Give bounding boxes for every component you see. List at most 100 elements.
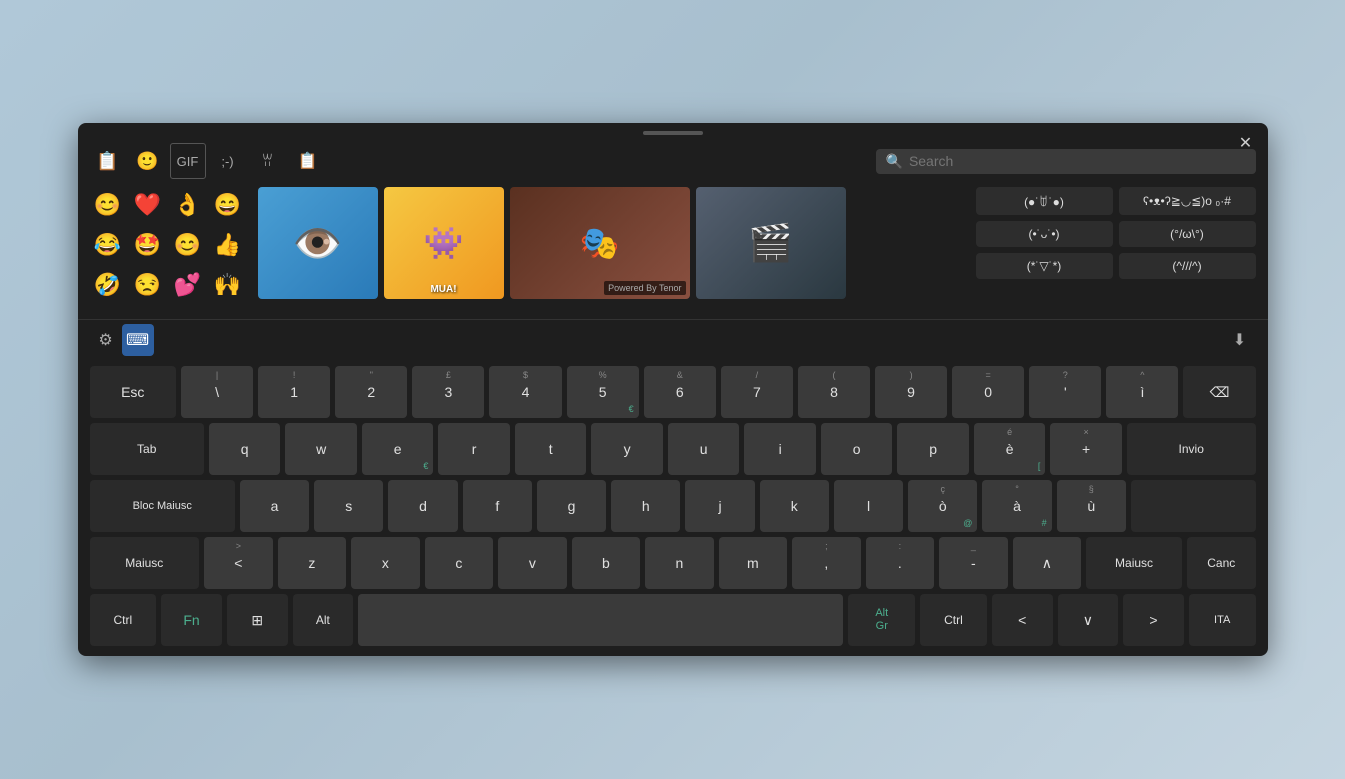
key-0[interactable]: =0	[952, 366, 1024, 418]
gif-item-3[interactable]: 🎭 Powered By Tenor	[510, 187, 690, 299]
key-f[interactable]: f	[463, 480, 532, 532]
key-u[interactable]: u	[668, 423, 740, 475]
key-w[interactable]: w	[285, 423, 357, 475]
key-3[interactable]: £3	[412, 366, 484, 418]
key-b[interactable]: b	[572, 537, 641, 589]
emoji-item[interactable]: 🤩	[130, 227, 166, 263]
key-n[interactable]: n	[645, 537, 714, 589]
key-a[interactable]: a	[240, 480, 309, 532]
search-input[interactable]	[909, 153, 1246, 169]
kaomoji-6[interactable]: (^///^)	[1119, 253, 1256, 279]
key-x[interactable]: x	[351, 537, 420, 589]
key-7[interactable]: /7	[721, 366, 793, 418]
emoji-item[interactable]: 😊	[90, 187, 126, 223]
key-i[interactable]: i	[744, 423, 816, 475]
key-k[interactable]: k	[760, 480, 829, 532]
key-h[interactable]: h	[611, 480, 680, 532]
key-e[interactable]: e€	[362, 423, 434, 475]
key-o[interactable]: o	[821, 423, 893, 475]
key-shift-l[interactable]: Maiusc	[90, 537, 200, 589]
key-8[interactable]: (8	[798, 366, 870, 418]
key-agrave[interactable]: °à#	[982, 480, 1051, 532]
key-y[interactable]: y	[591, 423, 663, 475]
key-comma[interactable]: ;,	[792, 537, 861, 589]
key-s[interactable]: s	[314, 480, 383, 532]
key-c[interactable]: c	[425, 537, 494, 589]
key-m[interactable]: m	[719, 537, 788, 589]
key-2[interactable]: "2	[335, 366, 407, 418]
kaomoji-2[interactable]: ʕ•ᴥ•ʔ≧◡≦)o ₀·#	[1119, 187, 1256, 215]
key-backslash[interactable]: |\	[181, 366, 253, 418]
key-shift-r[interactable]: Maiusc	[1086, 537, 1182, 589]
key-caret[interactable]: ∧	[1013, 537, 1082, 589]
key-1[interactable]: !1	[258, 366, 330, 418]
key-9[interactable]: )9	[875, 366, 947, 418]
key-caps[interactable]: Bloc Maiusc	[90, 480, 235, 532]
key-canc[interactable]: Canc	[1187, 537, 1256, 589]
emoji-item[interactable]: 🤣	[90, 267, 126, 303]
key-p[interactable]: p	[897, 423, 969, 475]
emoji-item[interactable]: 👍	[210, 227, 246, 263]
drag-handle[interactable]	[643, 131, 703, 135]
key-j[interactable]: j	[685, 480, 754, 532]
key-plus[interactable]: ×+	[1050, 423, 1122, 475]
key-space[interactable]	[358, 594, 843, 646]
emoji-item[interactable]: 😂	[90, 227, 126, 263]
key-enter-2[interactable]	[1131, 480, 1256, 532]
key-backspace[interactable]: ⌫	[1183, 366, 1255, 418]
emoji-item[interactable]: 👌	[170, 187, 206, 223]
key-esc[interactable]: Esc	[90, 366, 177, 418]
close-button[interactable]: ✕	[1234, 131, 1258, 155]
gif-item-4[interactable]: 🎬	[696, 187, 846, 299]
kaomoji-3[interactable]: (•˙ᴗ˙•)	[976, 221, 1113, 247]
key-t[interactable]: t	[515, 423, 587, 475]
tab-gif[interactable]: GIF	[170, 143, 206, 179]
tab-paste[interactable]: 📋	[290, 143, 326, 179]
emoji-item[interactable]: 😒	[130, 267, 166, 303]
key-ctrl-l[interactable]: Ctrl	[90, 594, 157, 646]
key-egrave[interactable]: éè[	[974, 423, 1046, 475]
emoji-item[interactable]: 😄	[210, 187, 246, 223]
key-5[interactable]: %5€	[567, 366, 639, 418]
key-apos[interactable]: ?'	[1029, 366, 1101, 418]
emoji-item[interactable]: 🙌	[210, 267, 246, 303]
gif-item-2[interactable]: 👾 MUA!	[384, 187, 504, 299]
emoji-item[interactable]: 😊	[170, 227, 206, 263]
key-alt-gr[interactable]: AltGr	[848, 594, 915, 646]
key-z[interactable]: z	[278, 537, 347, 589]
key-ltgt[interactable]: ><	[204, 537, 273, 589]
key-right[interactable]: >	[1123, 594, 1184, 646]
tab-kaomoji[interactable]: ;-)	[210, 143, 246, 179]
key-l[interactable]: l	[834, 480, 903, 532]
kaomoji-5[interactable]: (*˙▽˙*)	[976, 253, 1113, 279]
tab-emoji[interactable]: 🙂	[130, 143, 166, 179]
key-alt[interactable]: Alt	[293, 594, 354, 646]
key-v[interactable]: v	[498, 537, 567, 589]
key-ctrl-r[interactable]: Ctrl	[920, 594, 987, 646]
keyboard-icon[interactable]: ⌨	[122, 324, 154, 356]
key-enter[interactable]: Invio	[1127, 423, 1256, 475]
key-r[interactable]: r	[438, 423, 510, 475]
key-4[interactable]: $4	[489, 366, 561, 418]
gif-item-1[interactable]: 👁️	[258, 187, 378, 299]
download-icon[interactable]: ⬇	[1224, 324, 1256, 356]
key-period[interactable]: :.	[866, 537, 935, 589]
key-down[interactable]: ∨	[1058, 594, 1119, 646]
key-tab[interactable]: Tab	[90, 423, 204, 475]
key-g[interactable]: g	[537, 480, 606, 532]
key-lang[interactable]: ITA	[1189, 594, 1256, 646]
tab-symbols[interactable]: ꀕ	[250, 143, 286, 179]
key-d[interactable]: d	[388, 480, 457, 532]
settings-icon[interactable]: ⚙	[90, 324, 122, 356]
key-win[interactable]: ⊞	[227, 594, 288, 646]
kaomoji-1[interactable]: (●˙ꌂ˙●)	[976, 187, 1113, 215]
key-6[interactable]: &6	[644, 366, 716, 418]
key-minus[interactable]: _-	[939, 537, 1008, 589]
emoji-item[interactable]: 💕	[170, 267, 206, 303]
key-igrave[interactable]: ^ì	[1106, 366, 1178, 418]
emoji-item[interactable]: ❤️	[130, 187, 166, 223]
key-q[interactable]: q	[209, 423, 281, 475]
key-ugrave[interactable]: §ù	[1057, 480, 1126, 532]
key-left[interactable]: <	[992, 594, 1053, 646]
key-fn[interactable]: Fn	[161, 594, 222, 646]
